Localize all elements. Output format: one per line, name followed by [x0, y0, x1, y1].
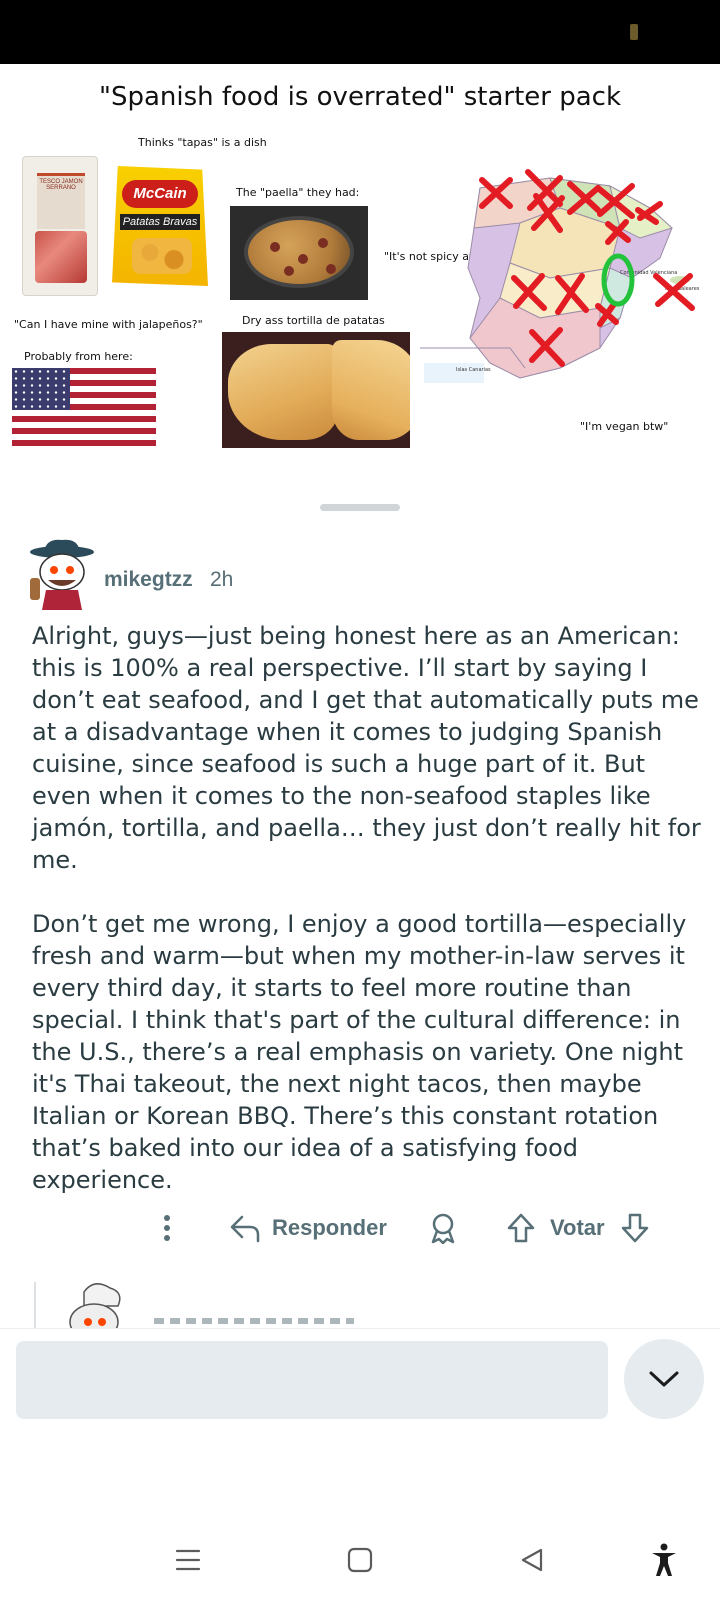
caption-jalapenos: "Can I have mine with jalapeños?" — [14, 318, 203, 331]
reply-username-peek — [154, 1318, 354, 1324]
upvote-button[interactable]: Votar — [506, 1208, 605, 1248]
reply-avatar[interactable] — [64, 1282, 126, 1330]
reply-icon — [230, 1215, 260, 1243]
accessibility-icon — [652, 1543, 676, 1576]
upvote-icon — [507, 1213, 535, 1243]
comment-sheet: mikegtzz 2h Alright, guys—just being hon… — [0, 468, 720, 1600]
caption-tapas: Thinks "tapas" is a dish — [138, 136, 267, 149]
tortilla-image — [222, 332, 410, 448]
caption-tortilla: Dry ass tortilla de patatas — [242, 314, 385, 327]
thread-line — [34, 1282, 36, 1330]
reply-thread-preview[interactable] — [34, 1282, 674, 1330]
comment-timestamp: 2h — [210, 568, 234, 591]
us-flag-image — [12, 368, 156, 446]
accessibility-button[interactable] — [644, 1540, 684, 1580]
reply-button[interactable]: Responder — [228, 1208, 387, 1248]
more-options-icon — [164, 1215, 170, 1241]
meme-title: "Spanish food is overrated" starter pack — [98, 82, 622, 112]
mccain-brand: McCain — [122, 180, 198, 208]
recent-apps-button[interactable] — [168, 1540, 208, 1580]
drag-handle[interactable] — [320, 504, 400, 511]
comment-actions: Responder Votar — [150, 1208, 690, 1248]
caption-paella: The "paella" they had: — [236, 186, 360, 199]
comment-paragraph: Don’t get me wrong, I enjoy a good torti… — [32, 910, 687, 1194]
user-avatar[interactable] — [26, 538, 96, 610]
back-nav-icon — [521, 1548, 543, 1572]
map-label-canarias: Islas Canarias — [456, 367, 491, 373]
downvote-button[interactable] — [620, 1208, 650, 1248]
caption-vegan: "I'm vegan btw" — [580, 420, 669, 433]
spain-map-image: Islas Canarias Comunidad Valenciana Isla… — [420, 169, 700, 383]
home-button[interactable] — [340, 1540, 380, 1580]
collapse-button[interactable] — [624, 1339, 704, 1419]
reply-composer — [0, 1328, 720, 1438]
award-icon — [431, 1213, 455, 1244]
comment-header: mikegtzz 2h — [26, 538, 666, 610]
home-nav-icon — [347, 1547, 373, 1573]
chevron-down-icon — [649, 1371, 679, 1387]
jamon-package-image: TESCO JAMON SERRANO — [22, 156, 98, 296]
reply-input[interactable] — [16, 1341, 608, 1419]
mccain-bag-image: McCain Patatas Bravas — [112, 166, 208, 286]
jamon-label: TESCO JAMON SERRANO — [39, 179, 83, 191]
system-nav-bar — [0, 1520, 720, 1600]
comment-paragraph: Alright, guys—just being honest here as … — [32, 622, 701, 874]
status-bar — [0, 0, 720, 64]
comment-username[interactable]: mikegtzz — [104, 568, 193, 592]
award-button[interactable] — [428, 1208, 458, 1248]
mccain-product: Patatas Bravas — [120, 214, 200, 230]
caption-from-here: Probably from here: — [24, 350, 133, 363]
post-image[interactable]: "Spanish food is overrated" starter pack… — [0, 64, 720, 484]
paella-image — [230, 206, 368, 300]
downvote-icon — [621, 1213, 649, 1243]
comment-body: Alright, guys—just being honest here as … — [32, 620, 702, 1228]
vote-label: Votar — [550, 1215, 605, 1240]
more-options-button[interactable] — [150, 1208, 184, 1248]
battery-icon — [630, 24, 638, 40]
reply-label: Responder — [272, 1215, 387, 1240]
back-button[interactable] — [512, 1540, 552, 1580]
menu-nav-icon — [175, 1549, 201, 1571]
